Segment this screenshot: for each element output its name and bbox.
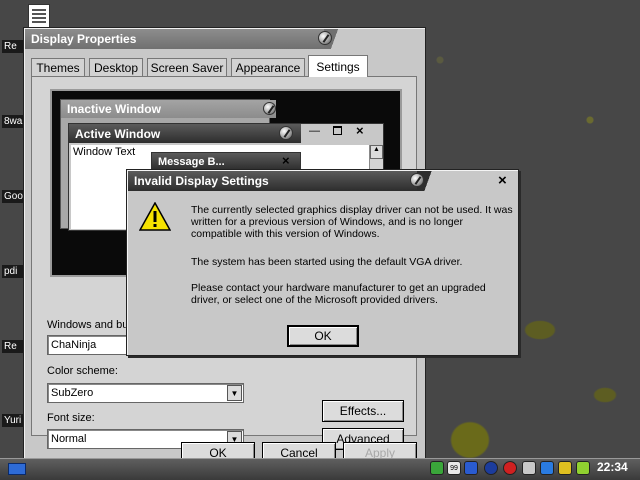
window-titlebar[interactable]: Display Properties	[25, 29, 345, 49]
inactive-window-titlebar: Inactive Window	[61, 100, 276, 118]
tray-app-icon[interactable]	[576, 461, 590, 475]
document-icon[interactable]	[28, 4, 50, 28]
dialog-titlebar[interactable]: Invalid Display Settings	[128, 171, 428, 191]
close-icon: ×	[356, 123, 364, 138]
dialog-message-2: The system has been started using the de…	[191, 256, 463, 268]
windows-buttons-label: Windows and bu	[47, 319, 127, 331]
message-box-titlebar: Message B...	[152, 153, 300, 170]
color-scheme-select[interactable]: SubZero ▼	[47, 383, 244, 403]
tab-settings[interactable]: Settings	[308, 55, 368, 77]
rollup-icon	[263, 102, 276, 115]
invalid-display-settings-dialog: Invalid Display Settings × The currently…	[126, 169, 519, 356]
tray-bluetooth-icon[interactable]	[540, 461, 554, 475]
tray-check-icon[interactable]	[430, 461, 444, 475]
desktop-icon-label[interactable]: Yuri	[2, 414, 24, 427]
dialog-title: Invalid Display Settings	[134, 174, 269, 188]
font-size-label: Font size:	[47, 412, 95, 424]
desktop-icon-label[interactable]: 8wa	[2, 115, 24, 128]
effects-button[interactable]: Effects...	[322, 400, 404, 422]
message-box-title: Message B...	[158, 155, 225, 168]
desktop-icon-label[interactable]: Re	[2, 340, 24, 353]
dialog-message-1: The currently selected graphics display …	[191, 204, 513, 240]
maximize-icon	[333, 126, 342, 135]
color-scheme-label: Color scheme:	[47, 365, 118, 377]
tab-screen-saver[interactable]: Screen Saver	[147, 58, 227, 76]
tray-monitor-icon[interactable]	[464, 461, 478, 475]
tab-appearance[interactable]: Appearance	[231, 58, 305, 76]
rollup-icon[interactable]	[410, 173, 424, 187]
close-icon[interactable]: ×	[498, 172, 507, 189]
chevron-down-icon[interactable]: ▼	[227, 385, 242, 401]
dialog-ok-button[interactable]: OK	[287, 325, 359, 347]
desktop-icon-label[interactable]: Re	[2, 40, 24, 53]
dialog-message-3: Please contact your hardware manufacture…	[191, 282, 486, 306]
tray-security-icon[interactable]	[503, 461, 517, 475]
desktop-icon-label[interactable]: pdi	[2, 265, 24, 278]
active-window-titlebar: Active Window	[69, 124, 301, 143]
windows-buttons-value: ChaNinja	[51, 339, 97, 351]
start-icon[interactable]	[8, 463, 26, 475]
windows-buttons-select[interactable]: ChaNinja	[47, 335, 127, 355]
inactive-window-title: Inactive Window	[67, 102, 161, 116]
active-window-title: Active Window	[75, 126, 161, 141]
font-size-value: Normal	[51, 433, 87, 445]
rollup-icon[interactable]	[318, 31, 332, 45]
tray-network-icon[interactable]	[484, 461, 498, 475]
rollup-icon	[279, 126, 293, 140]
tray-speaker-icon[interactable]	[522, 461, 536, 475]
clock[interactable]: 22:34	[597, 460, 628, 474]
window-title: Display Properties	[31, 32, 137, 46]
scroll-up-arrow: ▲	[370, 145, 383, 159]
warning-icon	[139, 202, 171, 231]
close-icon: ×	[282, 153, 290, 168]
tab-themes[interactable]: Themes	[31, 58, 85, 76]
color-scheme-value: SubZero	[51, 387, 94, 399]
tab-desktop[interactable]: Desktop	[89, 58, 143, 76]
minimize-icon: —	[309, 125, 320, 137]
desktop-icon-label[interactable]: Goo	[2, 190, 24, 203]
window-text-label: Window Text	[73, 146, 136, 158]
tray-badge-icon[interactable]: 99	[447, 461, 461, 475]
tray-update-icon[interactable]	[558, 461, 572, 475]
